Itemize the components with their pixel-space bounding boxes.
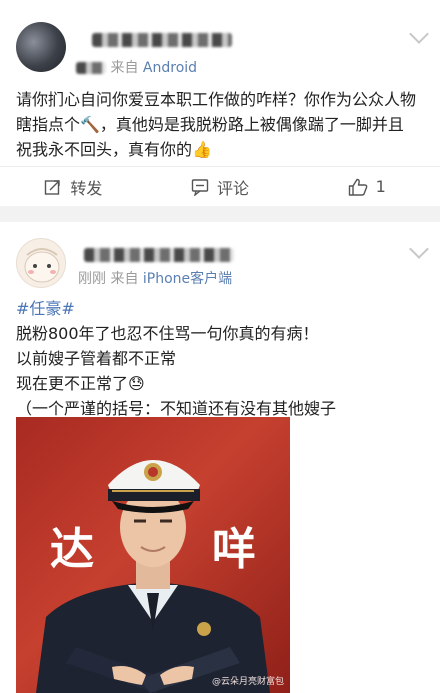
- repost-button[interactable]: 转发: [0, 167, 147, 206]
- post-body-line: 祝我永不回头，真有你的👍: [16, 140, 212, 159]
- cartoon-avatar-icon: [24, 248, 60, 283]
- blurred-username[interactable]: [84, 248, 234, 262]
- weibo-post-2: 刚刚 来自 iPhone客户端 #任豪# 脱粉800年了也忍不住骂一句你真的有病…: [0, 222, 440, 693]
- meta-from: 来自: [110, 271, 139, 287]
- chevron-down-icon[interactable]: [409, 24, 429, 44]
- weibo-post-1: 来自 Android 请你扪心自问你爱豆本职工作做的咋样？你作为公众人物 瞎指点…: [0, 0, 440, 206]
- hashtag-link[interactable]: #任豪#: [16, 296, 428, 321]
- image-watermark: @云朵月亮财富包: [211, 677, 284, 687]
- like-icon: [348, 178, 367, 196]
- comment-button[interactable]: 评论: [147, 167, 294, 206]
- post-body-line: 以前嫂子管着都不正常: [16, 349, 177, 368]
- post-body: 请你扪心自问你爱豆本职工作做的咋样？你作为公众人物 瞎指点个🔨，真他妈是我脱粉路…: [16, 87, 428, 162]
- comment-label: 评论: [217, 178, 250, 198]
- repost-label: 转发: [70, 178, 103, 198]
- post-meta: 来自 Android: [76, 57, 197, 77]
- avatar[interactable]: [16, 22, 66, 72]
- post-body: #任豪# 脱粉800年了也忍不住骂一句你真的有病！ 以前嫂子管着都不正常 现在更…: [16, 296, 428, 421]
- meta-from: 来自: [110, 60, 139, 76]
- image-caption-left: 达: [50, 524, 94, 575]
- post-body-line: 现在更不正常了😓: [16, 374, 145, 393]
- like-count: 1: [375, 177, 386, 196]
- post-meta: 刚刚 来自 iPhone客户端: [78, 268, 232, 288]
- post-body-line: 脱粉800年了也忍不住骂一句你真的有病！: [16, 324, 319, 343]
- post-body-line: 瞎指点个🔨，真他妈是我脱粉路上被偶像踹了一脚并且: [16, 115, 404, 134]
- meta-source[interactable]: Android: [143, 60, 197, 76]
- image-caption-right: 咩: [212, 524, 256, 575]
- meta-source[interactable]: iPhone客户端: [143, 271, 232, 287]
- avatar[interactable]: [16, 238, 66, 288]
- repost-icon: [45, 179, 61, 195]
- like-button[interactable]: 1: [293, 167, 440, 206]
- blurred-username[interactable]: [92, 33, 232, 47]
- meta-time: 刚刚: [78, 271, 106, 287]
- post-body-line: 请你扪心自问你爱豆本职工作做的咋样？你作为公众人物: [16, 90, 417, 109]
- post-image[interactable]: 达 咩 @云朵月亮财富包: [16, 417, 290, 693]
- chevron-down-icon[interactable]: [409, 239, 429, 259]
- action-bar: 转发 评论 1: [0, 166, 440, 206]
- comment-icon: [191, 178, 209, 196]
